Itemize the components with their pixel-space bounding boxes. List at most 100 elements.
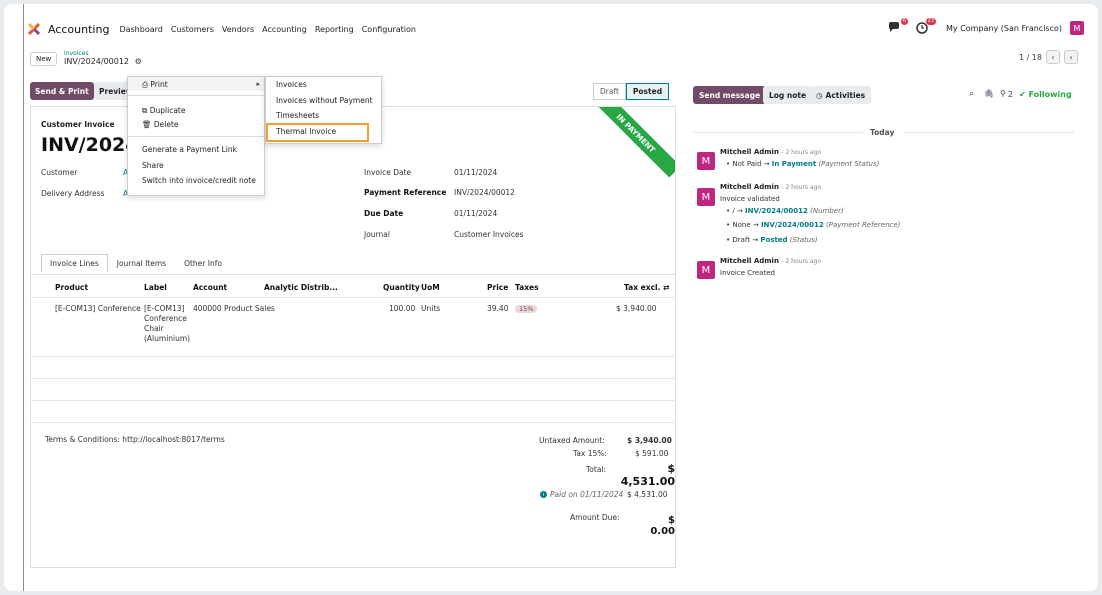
- menu-duplicate[interactable]: ⧉ Duplicate: [142, 106, 185, 116]
- message-author[interactable]: Mitchell Admin - 2 hours ago: [720, 257, 821, 265]
- submenu-timesheets[interactable]: Timesheets: [276, 111, 319, 120]
- message-author[interactable]: Mitchell Admin - 2 hours ago: [720, 148, 821, 156]
- tracking-to: Posted: [760, 236, 788, 244]
- tracking-to: In Payment: [771, 160, 817, 168]
- nav-reporting[interactable]: Reporting: [315, 25, 354, 34]
- menu-share[interactable]: Share: [142, 161, 164, 170]
- line-tax-badge[interactable]: 15%: [515, 305, 538, 313]
- message-author[interactable]: Mitchell Admin - 2 hours ago: [720, 183, 821, 191]
- nav-accounting[interactable]: Accounting: [262, 25, 307, 34]
- tax-value: $ 591.00: [635, 449, 669, 458]
- chat-icon[interactable]: 6: [888, 18, 909, 34]
- col-analytic[interactable]: Analytic Distrib...: [264, 283, 338, 292]
- log-note-button[interactable]: Log note: [763, 86, 813, 104]
- status-posted[interactable]: Posted: [625, 83, 670, 100]
- nav-vendors[interactable]: Vendors: [222, 25, 254, 34]
- line-label-2[interactable]: Conference: [144, 314, 187, 324]
- journal-label: Journal: [364, 230, 390, 239]
- column-settings-icon[interactable]: ⇄: [663, 283, 669, 292]
- info-icon[interactable]: i: [540, 491, 547, 498]
- user-avatar[interactable]: M: [1070, 21, 1084, 35]
- line-price[interactable]: 39.40: [487, 304, 508, 314]
- paid-value: $ 4,531.00: [627, 490, 668, 499]
- menu-switch[interactable]: Switch into invoice/credit note: [142, 176, 256, 185]
- tab-journal-items[interactable]: Journal Items: [108, 254, 175, 272]
- nav-dashboard[interactable]: Dashboard: [119, 25, 162, 34]
- app-window: Accounting Dashboard Customers Vendors A…: [4, 4, 1098, 591]
- menu-delete-label: Delete: [153, 120, 179, 129]
- left-divider: [23, 4, 24, 591]
- menu-duplicate-label: Duplicate: [149, 106, 186, 115]
- activities-button[interactable]: ◷ Activities: [810, 86, 872, 104]
- message-time: - 2 hours ago: [781, 258, 822, 265]
- col-uom[interactable]: UoM: [421, 283, 440, 292]
- menu-print-label: Print: [150, 80, 168, 89]
- author-name: Mitchell Admin: [720, 183, 779, 191]
- submenu-invoices[interactable]: Invoices: [276, 80, 307, 89]
- line-label-3[interactable]: Chair: [144, 324, 164, 334]
- line-label-1[interactable]: [E-COM13]: [144, 304, 184, 314]
- paperclip-icon[interactable]: 🖇: [984, 89, 994, 98]
- col-tax-excl[interactable]: Tax excl.: [624, 283, 660, 292]
- delivery-label: Delivery Address: [41, 189, 105, 198]
- payment-ref-field[interactable]: INV/2024/00012: [454, 188, 515, 197]
- nav-configuration[interactable]: Configuration: [362, 25, 416, 34]
- menu-generate-link[interactable]: Generate a Payment Link: [142, 145, 237, 154]
- company-switcher[interactable]: My Company (San Francisco): [946, 24, 1062, 33]
- activity-clock-icon[interactable]: 23: [916, 18, 937, 34]
- line-product[interactable]: [E-COM13] Conference: [55, 304, 141, 314]
- line-account[interactable]: 400000 Product Sales: [193, 304, 275, 314]
- tax-label: Tax 15%:: [573, 449, 607, 458]
- nav-customers[interactable]: Customers: [171, 25, 214, 34]
- invoice-date-field[interactable]: 01/11/2024: [454, 168, 497, 177]
- chat-badge: 6: [900, 18, 909, 25]
- notebook-tabs: Invoice Lines Journal Items Other Info: [41, 254, 231, 272]
- col-quantity[interactable]: Quantity: [383, 283, 420, 292]
- line-qty[interactable]: 100.00: [389, 304, 415, 314]
- untaxed-value: $ 3,940.00: [627, 436, 672, 445]
- payment-ribbon: IN PAYMENT: [595, 107, 675, 178]
- followers-icon[interactable]: ⚲: [1000, 89, 1006, 98]
- pager-value[interactable]: 1 / 18: [1019, 53, 1042, 62]
- payment-ref-label: Payment Reference: [364, 188, 447, 197]
- header-divider: [31, 297, 675, 298]
- message-avatar[interactable]: M: [697, 152, 715, 170]
- search-icon[interactable]: ⌕: [969, 89, 974, 99]
- tab-other-info[interactable]: Other Info: [175, 254, 231, 272]
- tab-invoice-lines[interactable]: Invoice Lines: [41, 254, 108, 272]
- col-account[interactable]: Account: [193, 283, 227, 292]
- col-product[interactable]: Product: [55, 283, 88, 292]
- col-label[interactable]: Label: [144, 283, 167, 292]
- tracking-line: • Draft → Posted (Status): [726, 236, 818, 244]
- line-total: $ 3,940.00: [616, 304, 657, 313]
- app-title[interactable]: Accounting: [48, 23, 109, 36]
- gear-icon[interactable]: ⚙: [135, 57, 142, 66]
- line-uom[interactable]: Units: [421, 304, 440, 314]
- pager-next-icon[interactable]: ›: [1064, 50, 1078, 64]
- submenu-invoices-no-payment[interactable]: Invoices without Payment: [276, 96, 373, 105]
- menu-print[interactable]: ⎙ Print: [142, 80, 168, 90]
- author-name: Mitchell Admin: [720, 148, 779, 156]
- menu-delete[interactable]: 🗑 Delete: [142, 120, 179, 129]
- pager-prev-icon[interactable]: ‹: [1046, 50, 1060, 64]
- message-avatar[interactable]: M: [697, 188, 715, 206]
- journal-field[interactable]: Customer Invoices: [454, 230, 524, 239]
- row-divider: [31, 356, 675, 357]
- send-print-button[interactable]: Send & Print: [30, 82, 94, 100]
- message-avatar[interactable]: M: [697, 261, 715, 279]
- send-message-button[interactable]: Send message: [693, 86, 767, 104]
- line-label-4[interactable]: (Aluminium): [144, 334, 190, 344]
- col-price[interactable]: Price: [487, 283, 508, 292]
- following-button[interactable]: ✔ Following: [1019, 90, 1072, 99]
- tracking-to: INV/2024/00012: [760, 221, 824, 229]
- customer-label: Customer: [41, 168, 78, 177]
- tab-divider: [31, 274, 675, 275]
- clock-icon: ◷: [816, 90, 823, 100]
- ribbon-wrap: IN PAYMENT: [595, 107, 675, 187]
- accounting-logo-icon[interactable]: [27, 22, 41, 36]
- col-taxes[interactable]: Taxes: [515, 283, 539, 292]
- followers-count[interactable]: 2: [1008, 90, 1013, 99]
- status-draft[interactable]: Draft: [593, 83, 626, 100]
- due-date-field[interactable]: 01/11/2024: [454, 209, 497, 218]
- new-button[interactable]: New: [30, 52, 58, 66]
